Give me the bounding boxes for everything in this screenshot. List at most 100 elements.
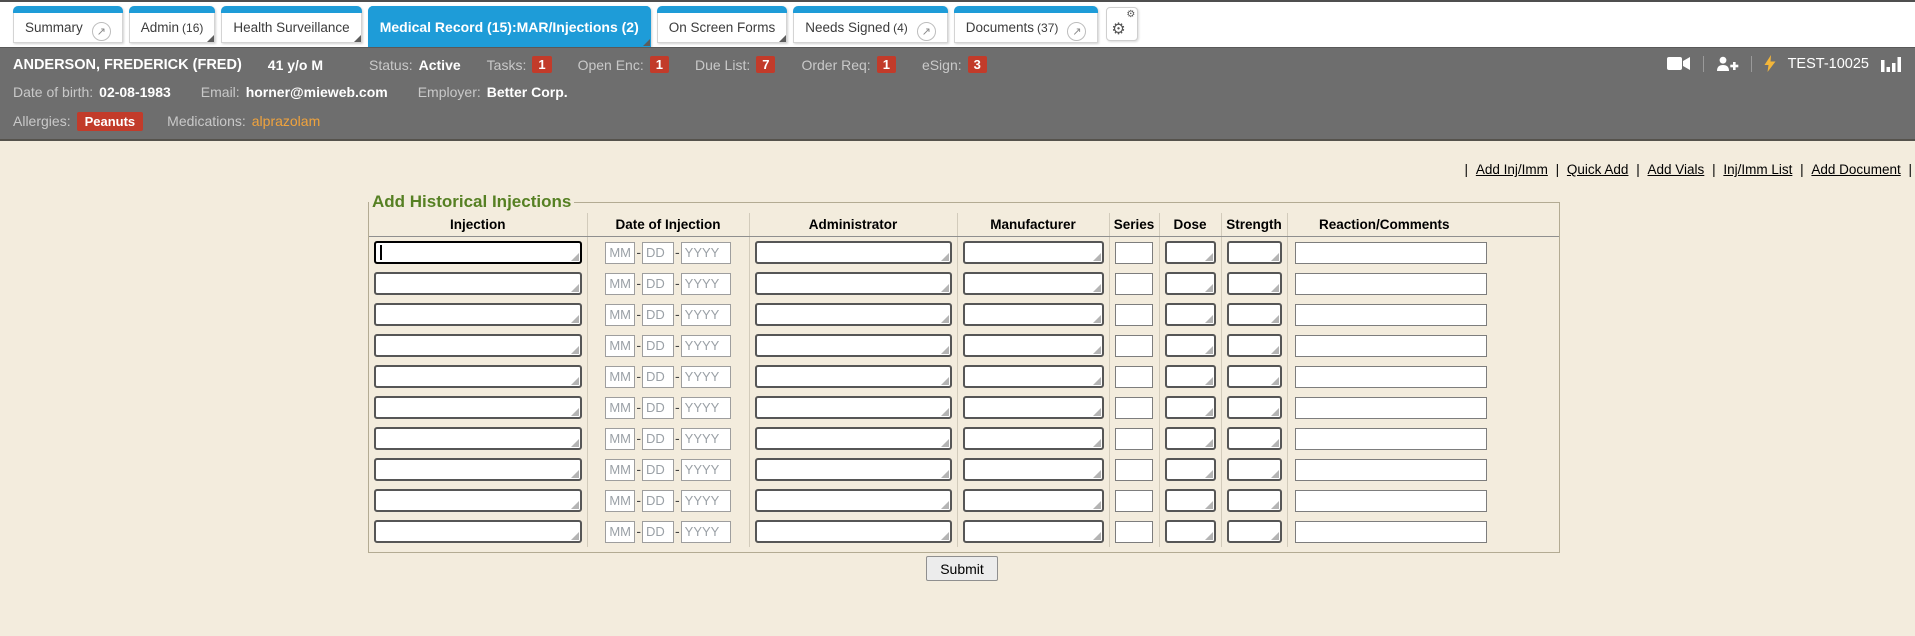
day-input[interactable] [642, 490, 674, 512]
strength-input[interactable] [1227, 241, 1282, 264]
series-input[interactable] [1115, 428, 1153, 450]
add-document-link[interactable]: Add Document [1811, 162, 1900, 177]
series-input[interactable] [1115, 304, 1153, 326]
order-req-badge[interactable]: 1 [877, 56, 896, 73]
reaction-comments-input[interactable] [1295, 490, 1487, 512]
dose-input[interactable] [1165, 272, 1216, 295]
reaction-comments-input[interactable] [1295, 335, 1487, 357]
administrator-input[interactable] [755, 520, 952, 543]
manufacturer-input[interactable] [963, 520, 1104, 543]
add-vials-link[interactable]: Add Vials [1648, 162, 1705, 177]
month-input[interactable] [605, 242, 635, 264]
year-input[interactable] [681, 304, 731, 326]
day-input[interactable] [642, 428, 674, 450]
reaction-comments-input[interactable] [1295, 242, 1487, 264]
year-input[interactable] [681, 366, 731, 388]
dose-input[interactable] [1165, 427, 1216, 450]
tab-admin[interactable]: Admin(16) [129, 6, 216, 43]
month-input[interactable] [605, 521, 635, 543]
add-user-icon[interactable] [1716, 56, 1739, 72]
year-input[interactable] [681, 490, 731, 512]
injection-input[interactable] [374, 458, 582, 481]
year-input[interactable] [681, 428, 731, 450]
series-input[interactable] [1115, 273, 1153, 295]
administrator-input[interactable] [755, 427, 952, 450]
injection-input[interactable] [374, 489, 582, 512]
strength-input[interactable] [1227, 303, 1282, 326]
series-input[interactable] [1115, 490, 1153, 512]
esign-badge[interactable]: 3 [968, 56, 987, 73]
add-inj-imm-link[interactable]: Add Inj/Imm [1476, 162, 1548, 177]
month-input[interactable] [605, 273, 635, 295]
day-input[interactable] [642, 366, 674, 388]
inj-imm-list-link[interactable]: Inj/Imm List [1723, 162, 1792, 177]
dose-input[interactable] [1165, 365, 1216, 388]
strength-input[interactable] [1227, 365, 1282, 388]
injection-input[interactable] [374, 427, 582, 450]
injection-input[interactable] [374, 365, 582, 388]
dose-input[interactable] [1165, 241, 1216, 264]
injection-input[interactable] [374, 520, 582, 543]
reaction-comments-input[interactable] [1295, 428, 1487, 450]
strength-input[interactable] [1227, 458, 1282, 481]
reaction-comments-input[interactable] [1295, 521, 1487, 543]
strength-input[interactable] [1227, 334, 1282, 357]
reaction-comments-input[interactable] [1295, 273, 1487, 295]
dose-input[interactable] [1165, 303, 1216, 326]
open-in-new-icon[interactable]: ↗ [917, 22, 936, 41]
chart-graph-icon[interactable] [1881, 55, 1901, 72]
injection-input[interactable] [374, 241, 582, 264]
strength-input[interactable] [1227, 489, 1282, 512]
manufacturer-input[interactable] [963, 365, 1104, 388]
strength-input[interactable] [1227, 427, 1282, 450]
administrator-input[interactable] [755, 396, 952, 419]
dose-input[interactable] [1165, 396, 1216, 419]
manufacturer-input[interactable] [963, 241, 1104, 264]
month-input[interactable] [605, 428, 635, 450]
manufacturer-input[interactable] [963, 303, 1104, 326]
submit-button[interactable]: Submit [926, 556, 998, 581]
manufacturer-input[interactable] [963, 489, 1104, 512]
dose-input[interactable] [1165, 458, 1216, 481]
manufacturer-input[interactable] [963, 396, 1104, 419]
injection-input[interactable] [374, 396, 582, 419]
tab-documents[interactable]: Documents(37)↗ [954, 6, 1099, 43]
injection-input[interactable] [374, 303, 582, 326]
tasks-badge[interactable]: 1 [532, 56, 551, 73]
day-input[interactable] [642, 242, 674, 264]
dose-input[interactable] [1165, 489, 1216, 512]
manufacturer-input[interactable] [963, 334, 1104, 357]
strength-input[interactable] [1227, 520, 1282, 543]
administrator-input[interactable] [755, 241, 952, 264]
tab-summary[interactable]: Summary↗ [13, 6, 123, 43]
tab-health-surveillance[interactable]: Health Surveillance [221, 6, 361, 43]
administrator-input[interactable] [755, 334, 952, 357]
quick-add-link[interactable]: Quick Add [1567, 162, 1629, 177]
month-input[interactable] [605, 459, 635, 481]
administrator-input[interactable] [755, 489, 952, 512]
day-input[interactable] [642, 521, 674, 543]
open-in-new-icon[interactable]: ↗ [1067, 22, 1086, 41]
dose-input[interactable] [1165, 334, 1216, 357]
month-input[interactable] [605, 335, 635, 357]
tab-needs-signed[interactable]: Needs Signed(4)↗ [793, 6, 947, 43]
injection-input[interactable] [374, 334, 582, 357]
series-input[interactable] [1115, 335, 1153, 357]
administrator-input[interactable] [755, 303, 952, 326]
tab-on-screen-forms[interactable]: On Screen Forms [657, 6, 788, 43]
year-input[interactable] [681, 242, 731, 264]
manufacturer-input[interactable] [963, 427, 1104, 450]
month-input[interactable] [605, 490, 635, 512]
series-input[interactable] [1115, 521, 1153, 543]
month-input[interactable] [605, 366, 635, 388]
strength-input[interactable] [1227, 396, 1282, 419]
dose-input[interactable] [1165, 520, 1216, 543]
year-input[interactable] [681, 273, 731, 295]
settings-button[interactable]: ⚙ ⚙ [1106, 7, 1138, 41]
year-input[interactable] [681, 521, 731, 543]
open-enc-badge[interactable]: 1 [650, 56, 669, 73]
reaction-comments-input[interactable] [1295, 304, 1487, 326]
administrator-input[interactable] [755, 365, 952, 388]
year-input[interactable] [681, 459, 731, 481]
series-input[interactable] [1115, 459, 1153, 481]
